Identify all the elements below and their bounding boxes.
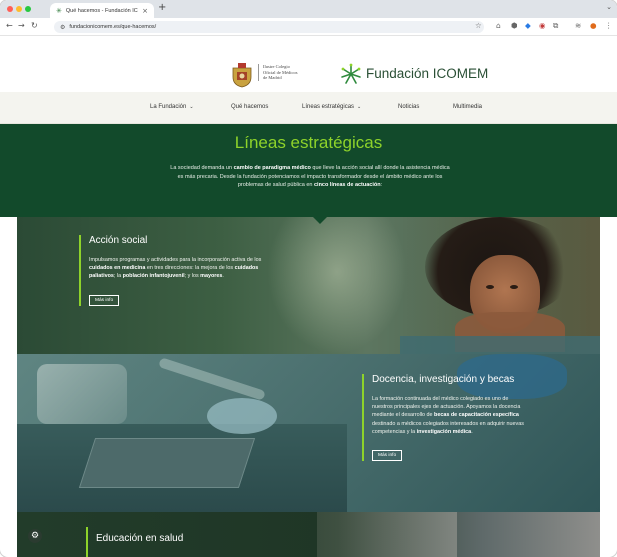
text-run: ; la bbox=[113, 273, 123, 280]
new-tab-button[interactable]: + bbox=[158, 2, 166, 13]
bookmark-star-icon[interactable]: ☆ bbox=[475, 21, 482, 30]
nav-label: Líneas estratégicas bbox=[302, 104, 355, 110]
section-title: Educación en salud bbox=[96, 533, 184, 544]
text-run: : bbox=[380, 182, 383, 188]
nav-label: Multimedia bbox=[453, 104, 483, 110]
hero-banner: Líneas estratégicas La sociedad demanda … bbox=[0, 124, 617, 217]
main-navigation: La Fundación ⌄ Qué hacemos Líneas estraté… bbox=[0, 92, 617, 124]
nav-que-hacemos[interactable]: Qué hacemos bbox=[231, 104, 268, 110]
mas-info-button[interactable]: Más info bbox=[89, 294, 120, 306]
forward-icon[interactable]: → bbox=[18, 21, 25, 30]
section-title: Docencia, investigación y becas bbox=[372, 374, 515, 385]
profile-avatar-icon[interactable]: ● bbox=[590, 21, 597, 30]
text-run: . bbox=[222, 273, 224, 280]
nav-label: Qué hacemos bbox=[231, 104, 269, 110]
tab-search-icon[interactable]: ⌄ bbox=[606, 3, 612, 11]
emphasis-text: población infantojuvenil bbox=[122, 273, 185, 280]
section-body: La formación continuada del médico coleg… bbox=[372, 395, 524, 436]
browser-menu-icon[interactable]: ⋮ bbox=[605, 21, 613, 30]
brand-name[interactable]: Fundación ICOMEM bbox=[366, 66, 488, 81]
nav-label: La Fundación bbox=[150, 104, 187, 110]
browser-toolbar: ← → ↻ ⚙ fundacionicomem.es/que-hacemos/ … bbox=[0, 18, 617, 36]
extensions-puzzle-icon[interactable]: ⧉ bbox=[553, 21, 558, 31]
emphasis-text: cuidados en medicina bbox=[89, 265, 146, 272]
section-title: Acción social bbox=[89, 235, 148, 246]
nav-la-fundacion[interactable]: La Fundación ⌄ bbox=[150, 104, 194, 110]
reading-list-icon[interactable]: ≋ bbox=[575, 21, 581, 30]
emphasis-text: investigación médica bbox=[416, 428, 472, 435]
nav-multimedia[interactable]: Multimedia bbox=[453, 104, 482, 110]
close-window-button[interactable] bbox=[7, 6, 13, 12]
chevron-down-icon: ⌄ bbox=[189, 104, 194, 110]
emphasis-text: becas de capacitación específica bbox=[434, 412, 519, 419]
nav-noticias[interactable]: Noticias bbox=[398, 104, 419, 110]
browser-tab[interactable]: ✳ Qué hacemos - Fundación ICOMEM × bbox=[50, 3, 154, 18]
tab-strip: ✳ Qué hacemos - Fundación ICOMEM × + ⌄ bbox=[0, 0, 617, 18]
hero-intro-text: La sociedad demanda un cambio de paradig… bbox=[170, 164, 450, 190]
extension-icon[interactable]: ⌂ bbox=[496, 21, 501, 30]
url-text: fundacionicomem.es/que-hacemos/ bbox=[69, 24, 157, 30]
fundacion-logo-icon[interactable] bbox=[340, 63, 362, 85]
emphasis-text: mayores bbox=[200, 273, 223, 280]
emphasis-text: cambio de paradigma médico bbox=[233, 165, 311, 171]
section-educacion: Educación en salud bbox=[86, 527, 183, 557]
text-run: La sociedad demanda un bbox=[170, 165, 234, 171]
nav-lineas-estrategicas[interactable]: Líneas estratégicas ⌄ bbox=[302, 104, 361, 110]
tab-title: Qué hacemos - Fundación ICOMEM bbox=[65, 7, 138, 14]
reload-icon[interactable]: ↻ bbox=[31, 21, 38, 30]
address-bar[interactable]: ⚙ fundacionicomem.es/que-hacemos/ bbox=[54, 21, 484, 33]
text-run: en tres direcciones: la mejora de los bbox=[145, 265, 235, 272]
browser-window: ✳ Qué hacemos - Fundación ICOMEM × + ⌄ ←… bbox=[0, 0, 617, 557]
minimize-window-button[interactable] bbox=[16, 6, 22, 12]
colegio-crest-icon[interactable] bbox=[229, 62, 255, 88]
extension-icon[interactable]: ◉ bbox=[539, 21, 546, 30]
chevron-down-icon: ⌄ bbox=[357, 104, 362, 110]
text-run: ; y los bbox=[184, 273, 201, 280]
back-icon[interactable]: ← bbox=[6, 21, 13, 30]
emphasis-text: cinco líneas de actuación bbox=[313, 182, 381, 188]
favicon-icon: ✳ bbox=[56, 6, 62, 15]
extension-icon[interactable]: ⬢ bbox=[511, 21, 518, 30]
accessibility-icon[interactable]: ⚙ bbox=[28, 529, 42, 543]
extension-icon[interactable]: ◆ bbox=[525, 21, 531, 30]
site-info-icon[interactable]: ⚙ bbox=[60, 24, 65, 31]
section-accion-social: Acción social Impulsamos programas y act… bbox=[79, 235, 269, 306]
colegio-name: Ilustre Colegio Oficial de Médicos de Ma… bbox=[258, 64, 316, 81]
maximize-window-button[interactable] bbox=[25, 6, 31, 12]
text-run: . bbox=[471, 428, 473, 435]
tab-close-icon[interactable]: × bbox=[142, 7, 148, 15]
mas-info-button[interactable]: Más info bbox=[372, 450, 403, 462]
text-run: Impulsamos programas y actividades para … bbox=[89, 257, 262, 263]
site-header: Ilustre Colegio Oficial de Médicos de Ma… bbox=[0, 36, 617, 92]
section-body: Impulsamos programas y actividades para … bbox=[89, 256, 269, 281]
hero-notch bbox=[313, 217, 327, 224]
section-docencia: Docencia, investigación y becas La forma… bbox=[362, 374, 524, 462]
page-title: Líneas estratégicas bbox=[234, 133, 383, 152]
nav-label: Noticias bbox=[398, 104, 420, 110]
